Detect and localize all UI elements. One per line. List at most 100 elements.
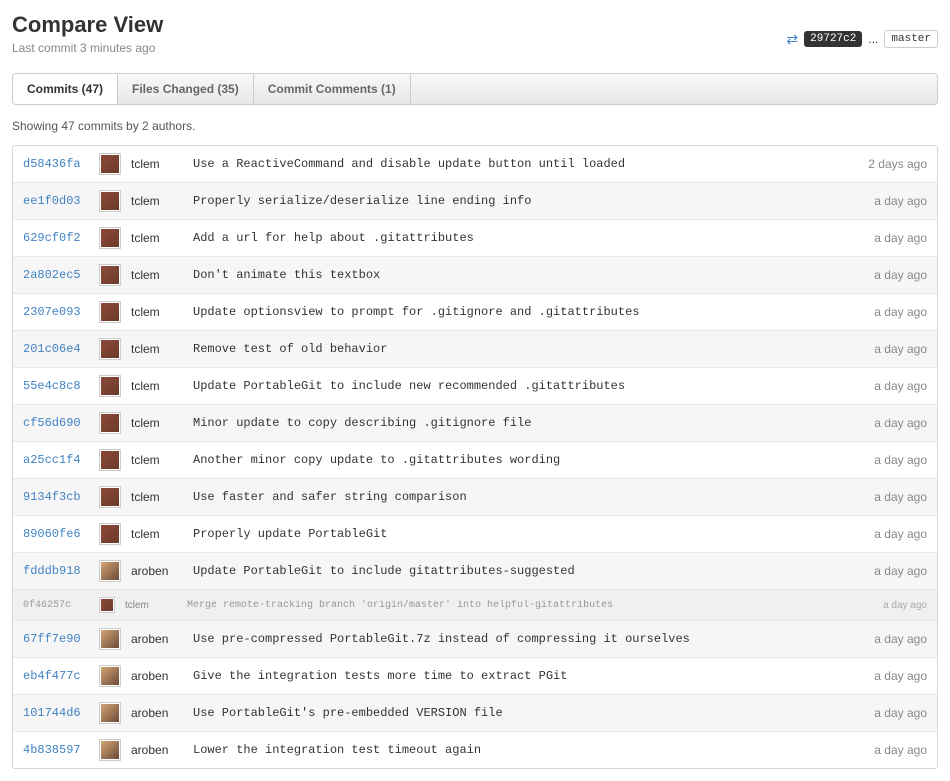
commit-author[interactable]: aroben: [131, 564, 183, 578]
commit-time: a day ago: [874, 268, 927, 282]
commit-message[interactable]: Remove test of old behavior: [193, 342, 864, 356]
commit-row[interactable]: 9134f3cb tclem Use faster and safer string…: [13, 479, 937, 516]
avatar[interactable]: [99, 665, 121, 687]
commit-message[interactable]: Properly serialize/deserialize line endi…: [193, 194, 864, 208]
commit-message[interactable]: Update optionsview to prompt for .gitign…: [193, 305, 864, 319]
base-ref-badge[interactable]: 29727c2: [804, 31, 862, 47]
commit-time: a day ago: [874, 342, 927, 356]
commit-row[interactable]: 4b838597 aroben Lower the integration test…: [13, 732, 937, 768]
commit-author[interactable]: tclem: [131, 490, 183, 504]
commit-sha[interactable]: 629cf0f2: [23, 231, 89, 245]
commit-author[interactable]: tclem: [131, 268, 183, 282]
avatar[interactable]: [99, 264, 121, 286]
commit-author[interactable]: tclem: [125, 600, 177, 611]
commit-row[interactable]: 55e4c8c8 tclem Update PortableGit to inclu…: [13, 368, 937, 405]
commit-message[interactable]: Use PortableGit's pre-embedded VERSION f…: [193, 706, 864, 720]
commit-message[interactable]: Properly update PortableGit: [193, 527, 864, 541]
commit-author[interactable]: tclem: [131, 453, 183, 467]
tab[interactable]: Commit Comments (1): [254, 74, 411, 104]
commit-row[interactable]: d58436fa tclem Use a ReactiveCommand and d…: [13, 146, 937, 183]
commit-time: a day ago: [874, 231, 927, 245]
avatar[interactable]: [99, 190, 121, 212]
avatar[interactable]: [99, 301, 121, 323]
page-title: Compare View: [12, 12, 163, 38]
commits-list: d58436fa tclem Use a ReactiveCommand and d…: [12, 145, 938, 769]
commit-author[interactable]: tclem: [131, 157, 183, 171]
avatar[interactable]: [99, 628, 121, 650]
commit-author[interactable]: tclem: [131, 231, 183, 245]
commit-sha[interactable]: 67ff7e90: [23, 632, 89, 646]
tab[interactable]: Commits (47): [13, 74, 118, 104]
commit-author[interactable]: tclem: [131, 305, 183, 319]
commit-sha[interactable]: 2a802ec5: [23, 268, 89, 282]
commit-row[interactable]: a25cc1f4 tclem Another minor copy update t…: [13, 442, 937, 479]
commit-row[interactable]: 67ff7e90 aroben Use pre-compressed Portabl…: [13, 621, 937, 658]
commit-sha[interactable]: 55e4c8c8: [23, 379, 89, 393]
commit-author[interactable]: tclem: [131, 342, 183, 356]
commit-sha[interactable]: 4b838597: [23, 743, 89, 757]
commit-sha[interactable]: 9134f3cb: [23, 490, 89, 504]
commit-message[interactable]: Update PortableGit to include new recomm…: [193, 379, 864, 393]
commit-sha[interactable]: d58436fa: [23, 157, 89, 171]
commit-message[interactable]: Use pre-compressed PortableGit.7z instea…: [193, 632, 864, 646]
commit-row[interactable]: 2307e093 tclem Update optionsview to promp…: [13, 294, 937, 331]
commit-row[interactable]: eb4f477c aroben Give the integration tests…: [13, 658, 937, 695]
commit-message[interactable]: Give the integration tests more time to …: [193, 669, 864, 683]
commit-row[interactable]: 101744d6 aroben Use PortableGit's pre-embe…: [13, 695, 937, 732]
commit-message[interactable]: Minor update to copy describing .gitigno…: [193, 416, 864, 430]
commit-row[interactable]: 0f46257c tclem Merge remote-tracking branc…: [13, 590, 937, 621]
commit-row[interactable]: cf56d690 tclem Minor update to copy descri…: [13, 405, 937, 442]
avatar[interactable]: [99, 702, 121, 724]
commit-sha[interactable]: 101744d6: [23, 706, 89, 720]
commit-sha[interactable]: 89060fe6: [23, 527, 89, 541]
commit-message[interactable]: Update PortableGit to include gitattribu…: [193, 564, 864, 578]
commit-time: a day ago: [874, 527, 927, 541]
commit-author[interactable]: tclem: [131, 527, 183, 541]
avatar[interactable]: [99, 523, 121, 545]
commit-sha[interactable]: fdddb918: [23, 564, 89, 578]
commit-author[interactable]: tclem: [131, 194, 183, 208]
commit-author[interactable]: tclem: [131, 379, 183, 393]
commit-sha[interactable]: 2307e093: [23, 305, 89, 319]
tabs-bar: Commits (47)Files Changed (35)Commit Com…: [12, 73, 938, 105]
swap-icon[interactable]: ⇄: [786, 31, 798, 48]
avatar[interactable]: [99, 486, 121, 508]
avatar[interactable]: [99, 739, 121, 761]
commit-row[interactable]: 89060fe6 tclem Properly update PortableGit…: [13, 516, 937, 553]
commit-sha[interactable]: 201c06e4: [23, 342, 89, 356]
commit-sha[interactable]: cf56d690: [23, 416, 89, 430]
commit-message[interactable]: Lower the integration test timeout again: [193, 743, 864, 757]
commit-message[interactable]: Merge remote-tracking branch 'origin/mas…: [187, 600, 873, 611]
commit-message[interactable]: Use faster and safer string comparison: [193, 490, 864, 504]
commit-sha[interactable]: 0f46257c: [23, 600, 89, 611]
avatar[interactable]: [99, 338, 121, 360]
commit-row[interactable]: 629cf0f2 tclem Add a url for help about .g…: [13, 220, 937, 257]
commit-sha[interactable]: eb4f477c: [23, 669, 89, 683]
head-ref-badge[interactable]: master: [884, 30, 938, 48]
commit-message[interactable]: Don't animate this textbox: [193, 268, 864, 282]
commit-message[interactable]: Use a ReactiveCommand and disable update…: [193, 157, 858, 171]
commit-author[interactable]: tclem: [131, 416, 183, 430]
commit-message[interactable]: Add a url for help about .gitattributes: [193, 231, 864, 245]
avatar[interactable]: [99, 375, 121, 397]
last-commit-time: Last commit 3 minutes ago: [12, 41, 163, 55]
commit-row[interactable]: ee1f0d03 tclem Properly serialize/deserial…: [13, 183, 937, 220]
avatar[interactable]: [99, 153, 121, 175]
avatar[interactable]: [99, 227, 121, 249]
commit-author[interactable]: aroben: [131, 706, 183, 720]
commit-sha[interactable]: a25cc1f4: [23, 453, 89, 467]
commit-row[interactable]: fdddb918 aroben Update PortableGit to incl…: [13, 553, 937, 590]
commits-summary: Showing 47 commits by 2 authors.: [12, 119, 938, 133]
commit-message[interactable]: Another minor copy update to .gitattribu…: [193, 453, 864, 467]
avatar[interactable]: [99, 449, 121, 471]
commit-author[interactable]: aroben: [131, 669, 183, 683]
avatar[interactable]: [99, 597, 115, 613]
tab[interactable]: Files Changed (35): [118, 74, 254, 104]
avatar[interactable]: [99, 412, 121, 434]
avatar[interactable]: [99, 560, 121, 582]
commit-sha[interactable]: ee1f0d03: [23, 194, 89, 208]
commit-author[interactable]: aroben: [131, 632, 183, 646]
commit-row[interactable]: 2a802ec5 tclem Don't animate this textbox a…: [13, 257, 937, 294]
commit-author[interactable]: aroben: [131, 743, 183, 757]
commit-row[interactable]: 201c06e4 tclem Remove test of old behavior…: [13, 331, 937, 368]
